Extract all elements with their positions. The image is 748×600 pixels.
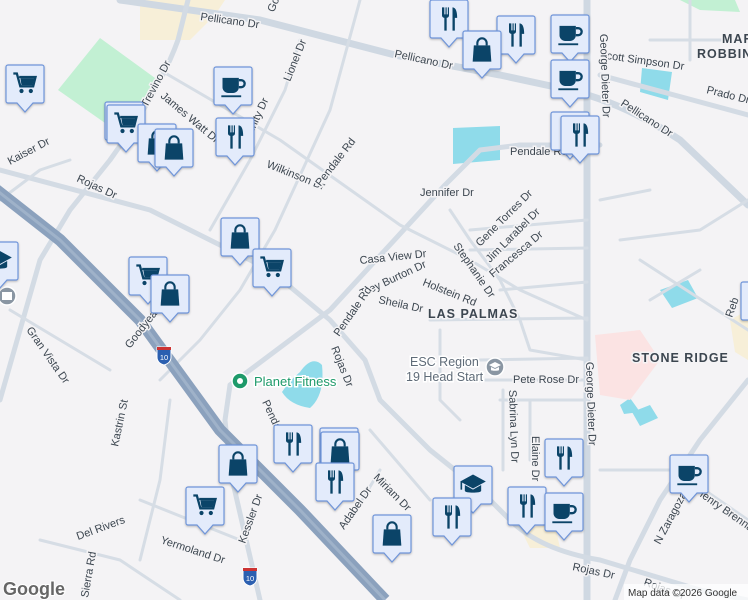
street-label: Pete Rose Dr <box>513 374 579 386</box>
street-label: Goodyear Dr <box>266 0 301 14</box>
street-label: Elaine Dr <box>529 436 541 482</box>
area-label: ROBBINS <box>697 47 748 61</box>
poi-marker-food[interactable] <box>432 497 472 546</box>
map-canvas[interactable]: 10 10 Pellicano Dr Pellicano Dr Pellican… <box>0 0 748 600</box>
place-name: Planet Fitness <box>254 374 337 389</box>
street-label: Kaiser Dr <box>6 135 52 167</box>
poi-marker-food[interactable] <box>273 424 313 473</box>
street-label: Sheila Dr <box>377 294 424 315</box>
poi-marker-food[interactable] <box>496 15 536 64</box>
area-label: MAR <box>722 32 748 46</box>
street-label: Holstein Rd <box>421 277 478 309</box>
place-planet-fitness[interactable]: Planet Fitness <box>231 372 338 391</box>
poi-marker-bag[interactable] <box>372 514 412 563</box>
street-label: Pendale Rd <box>332 285 375 339</box>
shield-number: 10 <box>160 353 168 362</box>
poi-marker-cup[interactable] <box>213 66 253 115</box>
street-label: Jennifer Dr <box>420 187 474 199</box>
place-name: ESC Region <box>410 355 479 369</box>
poi-marker-food[interactable] <box>315 462 355 511</box>
area-label-stone-ridge: STONE RIDGE <box>632 351 729 365</box>
street-labels: Pellicano Dr Pellicano Dr Pellicano Dr S… <box>4 0 748 311</box>
museum-pin-icon[interactable] <box>0 286 17 306</box>
place-name: 19 Head Start <box>406 370 484 384</box>
street-label: Pellicano Dr <box>618 97 675 140</box>
street-label: Pellicano Dr <box>393 48 454 72</box>
poi-marker-cup[interactable] <box>550 59 590 108</box>
street-label: Sabrina Lyn Dr <box>506 390 521 464</box>
poi-marker-cart[interactable] <box>5 64 45 113</box>
poi-marker-food[interactable] <box>544 438 584 487</box>
street-label: George Dieter Dr <box>597 34 612 118</box>
poi-marker-bag[interactable] <box>218 444 258 493</box>
google-logo: Google <box>3 579 65 599</box>
poi-marker-cart[interactable] <box>185 486 225 535</box>
map-attribution[interactable]: Map data ©2026 Google <box>628 588 738 599</box>
street-label: Sierra Rd <box>79 551 99 599</box>
highway-shield: 10 <box>156 346 172 366</box>
street-label: Yermoland Dr <box>159 534 227 566</box>
water-body <box>453 126 500 164</box>
street-label: Kastrin St <box>109 398 131 447</box>
hospital-area <box>595 330 660 400</box>
poi-marker-food[interactable] <box>215 117 255 166</box>
shield-number: 10 <box>246 574 254 583</box>
street-label: Miriam Dr <box>371 472 413 514</box>
interstate-10 <box>0 185 390 600</box>
poi-marker-school[interactable] <box>0 241 19 290</box>
area-label-las-palmas: LAS PALMAS <box>428 307 518 321</box>
street-label: Lionel Dr <box>282 38 310 84</box>
poi-marker-food[interactable] <box>429 0 469 48</box>
highway-shield: 10 <box>242 567 258 587</box>
poi-marker-cup[interactable] <box>550 14 590 63</box>
poi-marker-bag[interactable] <box>154 128 194 177</box>
poi-marker-cart[interactable] <box>252 248 292 297</box>
street-label: Del Rivers <box>75 514 127 543</box>
